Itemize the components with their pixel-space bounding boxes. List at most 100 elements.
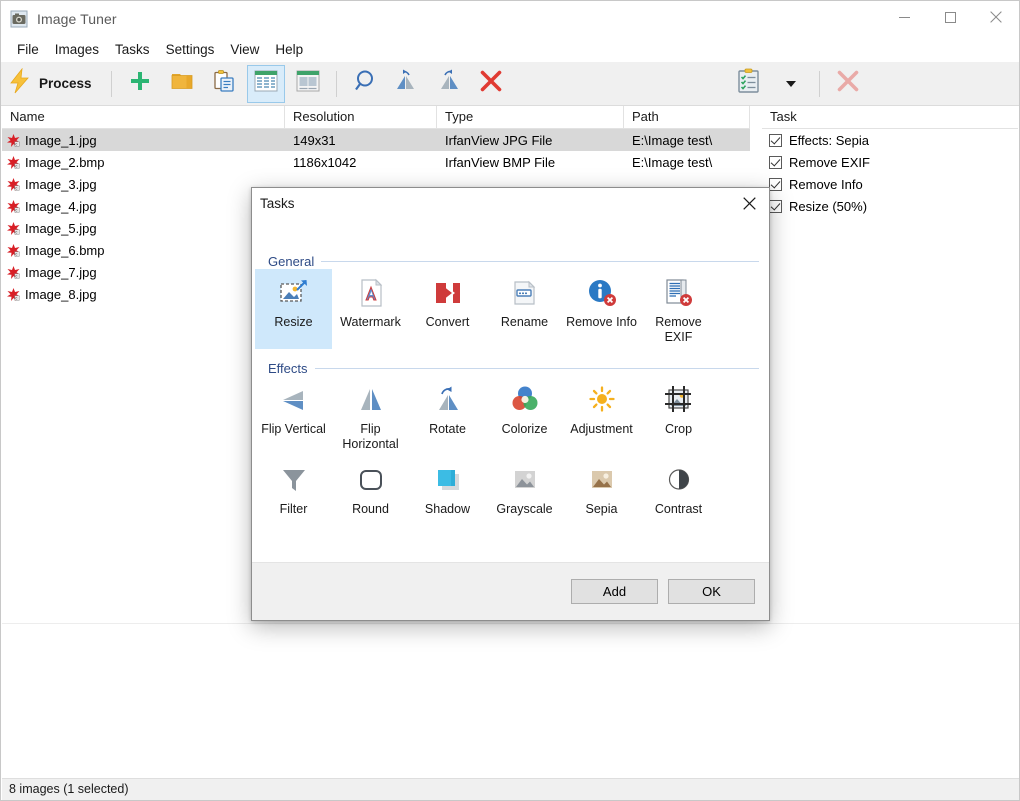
remove-image-button[interactable] (472, 65, 510, 103)
tile-grayscale[interactable]: Grayscale (486, 456, 563, 521)
menu-view[interactable]: View (222, 39, 267, 60)
menu-tasks[interactable]: Tasks (107, 39, 158, 60)
add-button[interactable]: Add (571, 579, 658, 604)
column-header-resolution[interactable]: Resolution (285, 106, 437, 129)
rotate-right-button[interactable] (430, 65, 468, 103)
tile-adjustment[interactable]: Adjustment (563, 376, 640, 456)
camera-icon (10, 10, 28, 28)
tile-label: Remove Info (563, 315, 640, 330)
tile-sepia[interactable]: Sepia (563, 456, 640, 521)
close-button[interactable] (973, 1, 1019, 33)
menu-file[interactable]: File (9, 39, 47, 60)
task-list-item[interactable]: Remove EXIF (762, 151, 1018, 173)
file-name: Image_1.jpg (25, 133, 97, 148)
task-label: Resize (50%) (789, 199, 867, 214)
tile-filter[interactable]: Filter (255, 456, 332, 521)
image-file-icon: c (6, 221, 21, 236)
tasks-dropdown-button[interactable] (772, 65, 810, 103)
tile-label: Round (332, 502, 409, 517)
effects-tiles-row-1: Flip Vertical Flip Horizontal (255, 376, 717, 456)
toolbar-separator-2 (336, 71, 337, 97)
tile-contrast[interactable]: Contrast (640, 456, 717, 521)
task-list-item[interactable]: Remove Info (762, 173, 1018, 195)
file-name: Image_5.jpg (25, 221, 97, 236)
tile-label: Crop (640, 422, 717, 437)
tile-crop[interactable]: Crop (640, 376, 717, 456)
title-bar: Image Tuner (1, 1, 1019, 37)
tile-colorize[interactable]: Colorize (486, 376, 563, 456)
tile-label: Flip Vertical (255, 422, 332, 437)
menu-images[interactable]: Images (47, 39, 107, 60)
image-tuner-window: Image Tuner File Images Tasks Settings V… (0, 0, 1020, 801)
dialog-close-button[interactable] (729, 189, 769, 217)
ok-button[interactable]: OK (668, 579, 755, 604)
tile-remove-info[interactable]: Remove Info (563, 269, 640, 349)
preview-button[interactable] (346, 65, 384, 103)
task-checkbox[interactable] (769, 200, 782, 213)
cell-name: cImage_4.jpg (2, 199, 285, 214)
shadow-icon (431, 463, 465, 497)
task-checkbox[interactable] (769, 156, 782, 169)
table-row[interactable]: cImage_2.bmp1186x1042IrfanView BMP FileE… (2, 151, 750, 173)
tile-rename[interactable]: Rename (486, 269, 563, 349)
add-folder-button[interactable] (163, 65, 201, 103)
preview-panel (2, 623, 1019, 778)
tile-flip-vertical[interactable]: Flip Vertical (255, 376, 332, 456)
rotate-left-button[interactable] (388, 65, 426, 103)
task-list-item[interactable]: Resize (50%) (762, 195, 1018, 217)
task-list-item[interactable]: Effects: Sepia (762, 129, 1018, 151)
menu-settings[interactable]: Settings (158, 39, 223, 60)
thumbnail-view-button[interactable] (289, 65, 327, 103)
paste-button[interactable] (205, 65, 243, 103)
round-icon (354, 463, 388, 497)
tile-shadow[interactable]: Shadow (409, 456, 486, 521)
clear-tasks-button[interactable] (829, 65, 867, 103)
window-controls (881, 1, 1019, 37)
task-checkbox[interactable] (769, 178, 782, 191)
cell-path: E:\Image test\ (624, 155, 750, 170)
svg-text:c: c (15, 185, 17, 190)
task-panel-header: Task (762, 106, 1018, 129)
tasks-button[interactable] (730, 65, 768, 103)
svg-text:c: c (15, 163, 17, 168)
column-header-path[interactable]: Path (624, 106, 750, 129)
crop-icon (662, 383, 696, 417)
maximize-button[interactable] (927, 1, 973, 33)
details-view-icon (254, 70, 278, 97)
menu-help[interactable]: Help (267, 39, 311, 60)
task-panel-items: Effects: SepiaRemove EXIF Remove Info Resi… (762, 129, 1018, 217)
tile-label: Contrast (640, 502, 717, 517)
tile-flip-horizontal[interactable]: Flip Horizontal (332, 376, 409, 456)
lightning-icon (9, 68, 31, 99)
adjustment-icon (585, 383, 619, 417)
tile-label: Rotate (409, 422, 486, 437)
add-images-button[interactable] (121, 65, 159, 103)
tile-remove-exif[interactable]: Remove EXIF (640, 269, 717, 349)
column-header-name[interactable]: Name (2, 106, 285, 129)
tile-rotate[interactable]: Rotate (409, 376, 486, 456)
minimize-button[interactable] (881, 1, 927, 33)
process-button[interactable]: Process (3, 65, 102, 103)
column-header-type[interactable]: Type (437, 106, 624, 129)
tasks-dialog: Tasks General (251, 187, 770, 621)
status-bar: 8 images (1 selected) (2, 778, 1019, 800)
tile-label: Shadow (409, 502, 486, 517)
svg-text:c: c (15, 229, 17, 234)
table-row[interactable]: cImage_1.jpg149x31IrfanView JPG FileE:\I… (2, 129, 750, 151)
file-name: Image_3.jpg (25, 177, 97, 192)
group-general: General (268, 254, 759, 269)
tile-convert[interactable]: Convert (409, 269, 486, 349)
tile-label: Remove EXIF (640, 315, 717, 345)
process-label: Process (39, 76, 92, 91)
svg-text:c: c (15, 273, 17, 278)
details-view-button[interactable] (247, 65, 285, 103)
contrast-icon (662, 463, 696, 497)
tile-watermark[interactable]: Watermark (332, 269, 409, 349)
tile-resize[interactable]: Resize (255, 269, 332, 349)
task-checkbox[interactable] (769, 134, 782, 147)
tile-round[interactable]: Round (332, 456, 409, 521)
cell-name: c Image_5.jpg (2, 221, 285, 236)
remove-exif-icon (662, 276, 696, 310)
menu-bar: File Images Tasks Settings View Help (1, 37, 1019, 61)
task-label: Remove Info (789, 177, 863, 192)
